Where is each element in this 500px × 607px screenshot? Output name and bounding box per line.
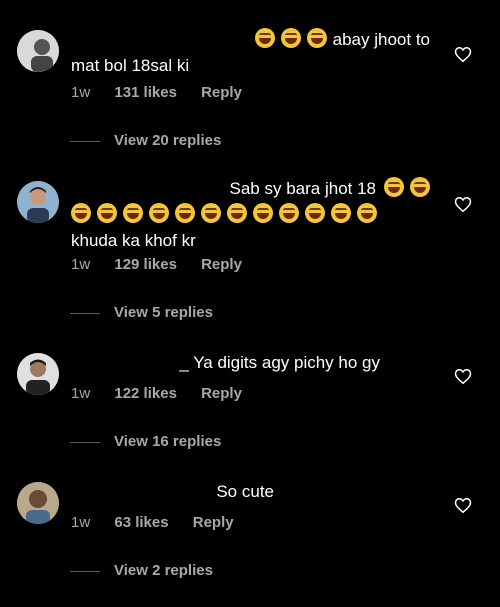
reply-button[interactable]: Reply	[201, 84, 242, 101]
rofl-emoji-icon	[384, 177, 404, 197]
likes-count[interactable]: 122 likes	[114, 385, 177, 402]
view-replies-button[interactable]: View 5 replies	[70, 304, 213, 321]
comment-text: _ Ya digits agy pichy ho gy	[71, 350, 440, 376]
comment-text: abay jhoot to mat bol 18sal ki	[71, 27, 440, 79]
rofl-emoji-icon	[175, 203, 195, 223]
divider	[70, 441, 100, 443]
view-replies-label: View 16 replies	[114, 433, 222, 450]
rofl-emoji-icon	[227, 203, 247, 223]
comment-line: mat bol 18sal ki	[71, 56, 190, 75]
divider	[70, 140, 100, 142]
laugh-emoji-icon	[280, 28, 301, 48]
comment-meta: 1w 131 likes Reply	[71, 84, 262, 101]
rofl-emoji-icon	[123, 203, 143, 223]
laugh-emoji-icon	[306, 28, 327, 48]
view-replies-button[interactable]: View 20 replies	[70, 132, 221, 149]
comment-text: Sab sy bara jhot 18 khuda ka khof kr	[71, 176, 440, 254]
rofl-emoji-icon	[410, 177, 430, 197]
rofl-emoji-icon	[71, 203, 91, 223]
laugh-emoji-icon	[254, 28, 275, 48]
reply-button[interactable]: Reply	[193, 514, 234, 531]
reply-button[interactable]: Reply	[201, 385, 242, 402]
likes-count[interactable]: 131 likes	[114, 84, 177, 101]
avatar[interactable]	[17, 482, 59, 524]
view-replies-button[interactable]: View 16 replies	[70, 433, 221, 450]
heart-icon[interactable]	[454, 368, 472, 385]
rofl-emoji-icon	[149, 203, 169, 223]
timestamp: 1w	[71, 385, 91, 402]
view-replies-label: View 2 replies	[114, 562, 213, 579]
timestamp: 1w	[71, 84, 91, 101]
avatar[interactable]	[17, 30, 59, 72]
view-replies-label: View 20 replies	[114, 132, 222, 149]
rofl-emoji-icon	[305, 203, 325, 223]
emoji-row	[71, 202, 440, 228]
divider	[70, 312, 100, 314]
avatar[interactable]	[17, 353, 59, 395]
heart-icon[interactable]	[454, 497, 472, 514]
comment-line: abay jhoot to	[332, 30, 430, 49]
heart-icon[interactable]	[454, 46, 472, 63]
comment-line: khuda ka khof kr	[71, 231, 196, 250]
comment-text: So cute	[71, 479, 440, 505]
divider	[70, 570, 100, 572]
comment-line: _ Ya digits agy pichy ho gy	[179, 353, 380, 372]
timestamp: 1w	[71, 256, 91, 273]
rofl-emoji-icon	[253, 203, 273, 223]
rofl-emoji-icon	[201, 203, 221, 223]
view-replies-label: View 5 replies	[114, 304, 213, 321]
rofl-emoji-icon	[97, 203, 117, 223]
rofl-emoji-icon	[331, 203, 351, 223]
view-replies-button[interactable]: View 2 replies	[70, 562, 213, 579]
likes-count[interactable]: 63 likes	[114, 514, 168, 531]
comment-line: So cute	[216, 482, 274, 501]
reply-button[interactable]: Reply	[201, 256, 242, 273]
timestamp: 1w	[71, 514, 91, 531]
comment-meta: 1w 122 likes Reply	[71, 385, 262, 402]
comment-meta: 1w 63 likes Reply	[71, 514, 254, 531]
heart-icon[interactable]	[454, 196, 472, 213]
comment-meta: 1w 129 likes Reply	[71, 256, 262, 273]
avatar[interactable]	[17, 181, 59, 223]
rofl-emoji-icon	[357, 203, 377, 223]
comment-line: Sab sy bara jhot 18	[229, 179, 376, 198]
rofl-emoji-icon	[279, 203, 299, 223]
likes-count[interactable]: 129 likes	[114, 256, 177, 273]
